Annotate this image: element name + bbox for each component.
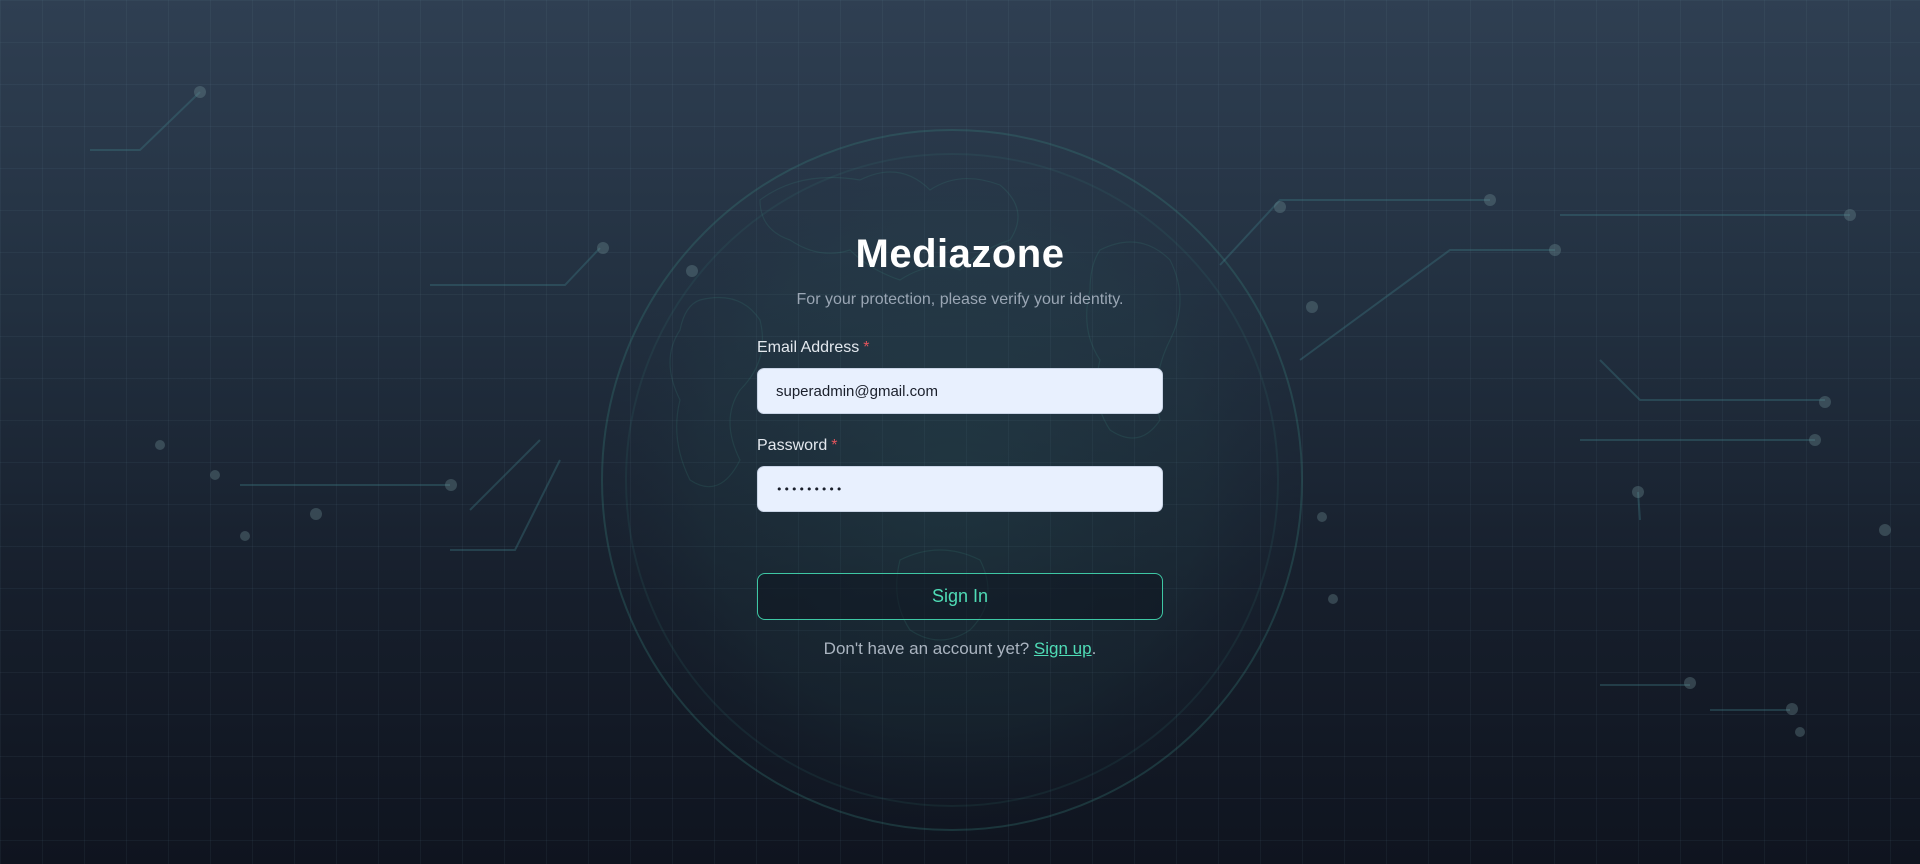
- signup-suffix: .: [1091, 639, 1097, 658]
- password-label-text: Password: [757, 437, 828, 454]
- sign-up-link[interactable]: Sign up: [1034, 639, 1092, 658]
- email-required-marker: *: [863, 339, 870, 356]
- password-field[interactable]: [757, 466, 1163, 512]
- password-label: Password *: [757, 436, 1163, 456]
- email-field[interactable]: [757, 368, 1163, 414]
- signup-prompt: Don't have an account yet? Sign up.: [757, 638, 1163, 660]
- login-card: Mediazone For your protection, please ve…: [757, 230, 1163, 660]
- brand-title: Mediazone: [855, 232, 1065, 276]
- brand-subtitle: For your protection, please verify your …: [796, 291, 1124, 308]
- email-label-text: Email Address: [757, 339, 860, 356]
- sign-in-button[interactable]: Sign In: [757, 573, 1163, 620]
- password-required-marker: *: [831, 437, 838, 454]
- email-label: Email Address *: [757, 338, 1163, 358]
- signup-prompt-text: Don't have an account yet?: [823, 639, 1030, 658]
